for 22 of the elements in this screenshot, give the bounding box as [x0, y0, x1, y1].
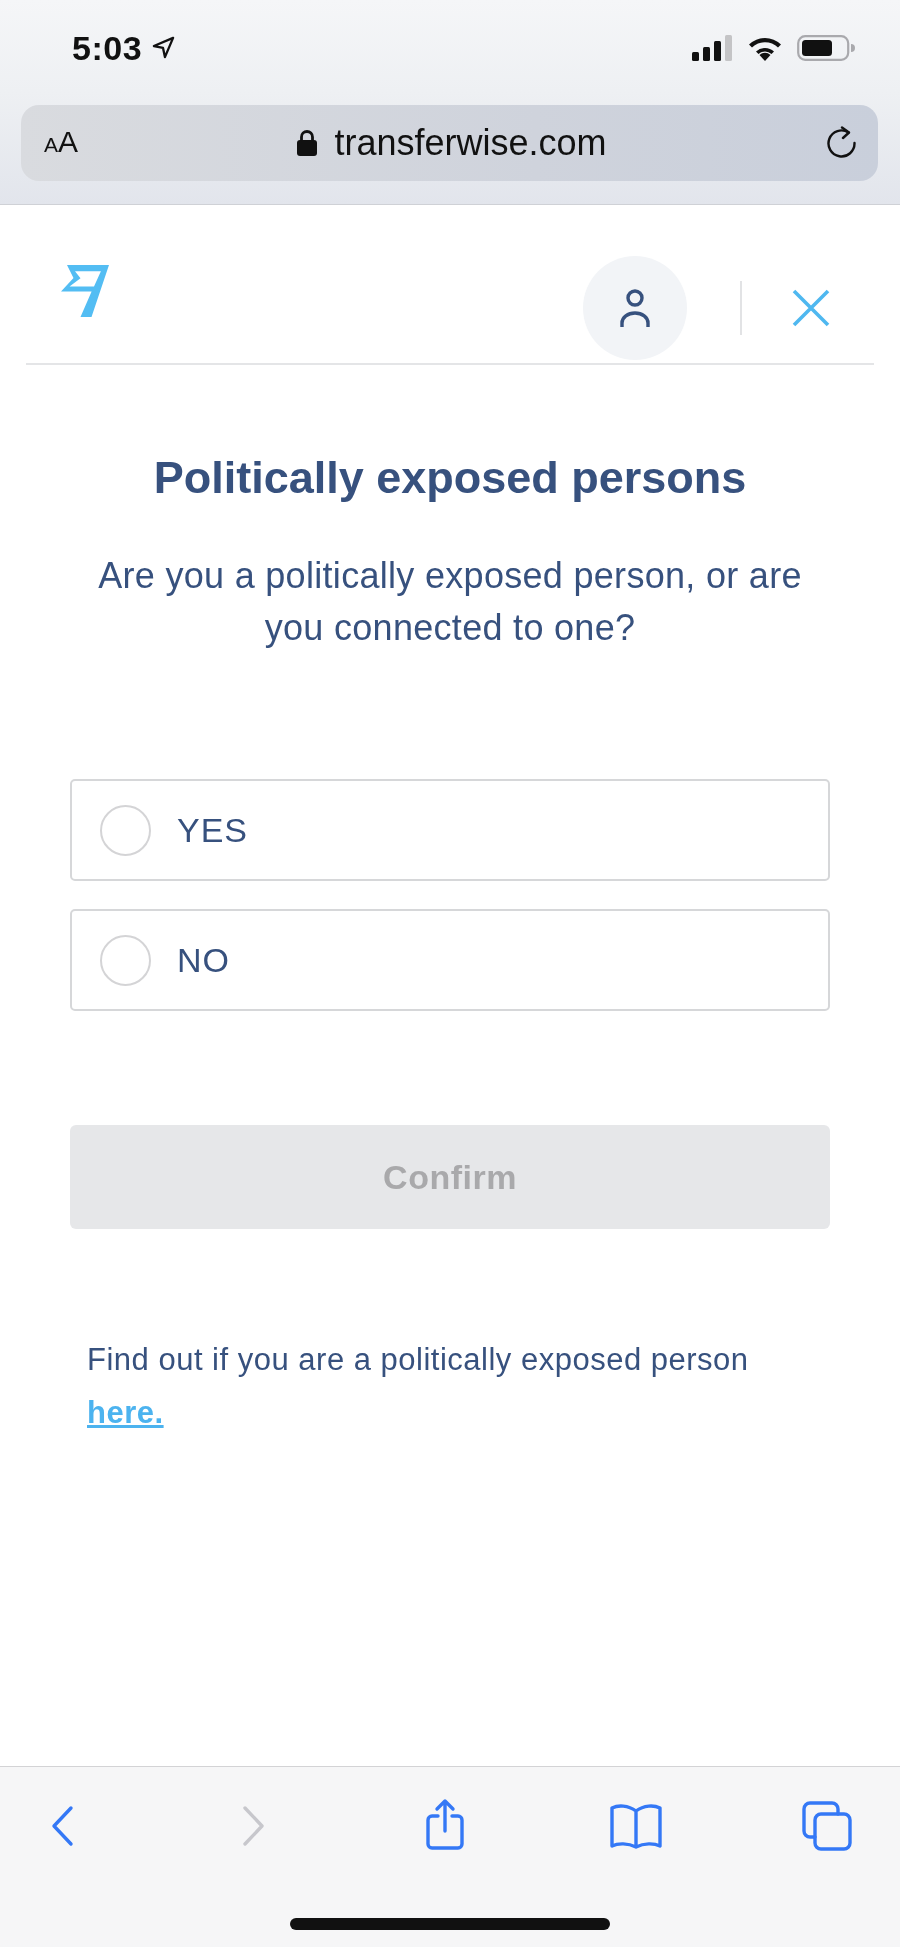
battery-icon: [797, 35, 855, 61]
wifi-icon: [747, 35, 783, 61]
radio-option[interactable]: YES: [70, 779, 830, 881]
page-title: Politically exposed persons: [152, 451, 748, 505]
reload-icon[interactable]: [826, 126, 858, 160]
person-icon: [617, 288, 653, 328]
chevron-left-icon[interactable]: [50, 1805, 74, 1847]
signal-icon: [692, 35, 732, 61]
help-text: Find out if you are a politically exposed person here.: [86, 1341, 750, 1432]
radio-option[interactable]: NO: [70, 909, 830, 1011]
close-icon[interactable]: [792, 289, 830, 327]
status-time: 5:03: [72, 28, 143, 68]
book-icon[interactable]: [608, 1803, 663, 1849]
address-bar[interactable]: AA transferwise.com: [21, 105, 878, 181]
text-size-button[interactable]: AA: [44, 124, 79, 162]
overlapping-squares-icon[interactable]: [802, 1801, 852, 1851]
lock-icon: [297, 128, 318, 156]
share-icon[interactable]: [423, 1798, 466, 1850]
url-text: transferwise.com: [334, 122, 607, 164]
logo-icon[interactable]: [61, 265, 109, 317]
location-arrow-icon: [152, 35, 176, 59]
question-text: Are you a politically exposed person, or are you connected to one?: [97, 554, 803, 650]
